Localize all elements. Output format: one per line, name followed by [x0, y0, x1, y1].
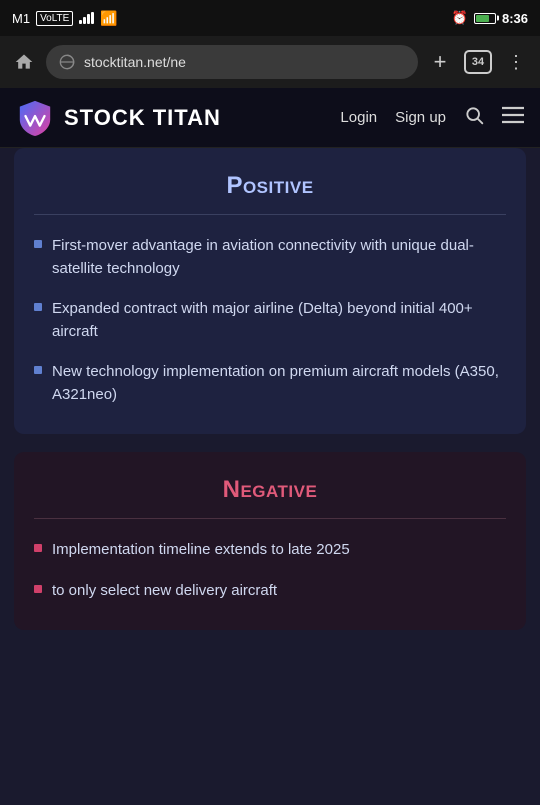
bullet-marker-icon: [34, 544, 42, 552]
positive-section: Positive First-mover advantage in aviati…: [14, 148, 526, 434]
site-title: STOCK TITAN: [64, 105, 330, 131]
browser-menu-button[interactable]: ⋮: [502, 48, 530, 76]
tabs-button[interactable]: 34: [464, 50, 492, 74]
positive-bullet-1: First-mover advantage in aviation connec…: [52, 235, 506, 280]
alarm-icon: ⏰: [452, 10, 468, 26]
carrier-label: M1: [12, 11, 30, 26]
browser-actions: + 34 ⋮: [426, 48, 530, 76]
positive-bullet-list: First-mover advantage in aviation connec…: [34, 235, 506, 406]
hamburger-menu-icon[interactable]: [502, 106, 524, 130]
new-tab-button[interactable]: +: [426, 48, 454, 76]
list-item: Implementation timeline extends to late …: [34, 539, 506, 562]
bullet-marker-icon: [34, 303, 42, 311]
bullet-marker-icon: [34, 240, 42, 248]
negative-divider: [34, 518, 506, 519]
battery-icon: [474, 13, 496, 24]
negative-section: Negative Implementation timeline extends…: [14, 452, 526, 630]
search-icon[interactable]: [464, 105, 484, 130]
header-nav: Login Sign up: [340, 105, 524, 130]
positive-divider: [34, 214, 506, 215]
list-item: to only select new delivery aircraft: [34, 580, 506, 603]
time-label: 8:36: [502, 11, 528, 26]
main-content: Positive First-mover advantage in aviati…: [0, 148, 540, 668]
address-bar[interactable]: stocktitan.net/ne: [46, 45, 418, 79]
negative-bullet-1: Implementation timeline extends to late …: [52, 539, 350, 562]
status-carrier: M1 VoLTE 📶: [12, 10, 118, 27]
positive-bullet-3: New technology implementation on premium…: [52, 361, 506, 406]
logo-icon: [16, 99, 54, 137]
negative-bullet-list: Implementation timeline extends to late …: [34, 539, 506, 602]
signup-link[interactable]: Sign up: [395, 109, 446, 126]
negative-bullet-2: to only select new delivery aircraft: [52, 580, 277, 603]
negative-title: Negative: [34, 476, 506, 504]
status-right: ⏰ 8:36: [452, 10, 528, 26]
list-item: Expanded contract with major airline (De…: [34, 298, 506, 343]
wifi-icon: 📶: [100, 10, 117, 27]
bullet-marker-icon: [34, 585, 42, 593]
bullet-marker-icon: [34, 366, 42, 374]
status-bar: M1 VoLTE 📶 ⏰ 8:36: [0, 0, 540, 36]
list-item: First-mover advantage in aviation connec…: [34, 235, 506, 280]
home-button[interactable]: [10, 48, 38, 76]
volte-label: VoLTE: [36, 11, 73, 26]
site-icon: [58, 53, 76, 71]
url-text: stocktitan.net/ne: [84, 54, 186, 70]
positive-title: Positive: [34, 172, 506, 200]
browser-bar: stocktitan.net/ne + 34 ⋮: [0, 36, 540, 88]
login-link[interactable]: Login: [340, 109, 377, 126]
site-header: STOCK TITAN Login Sign up: [0, 88, 540, 148]
list-item: New technology implementation on premium…: [34, 361, 506, 406]
positive-bullet-2: Expanded contract with major airline (De…: [52, 298, 506, 343]
signal-bars-icon: [79, 12, 94, 24]
